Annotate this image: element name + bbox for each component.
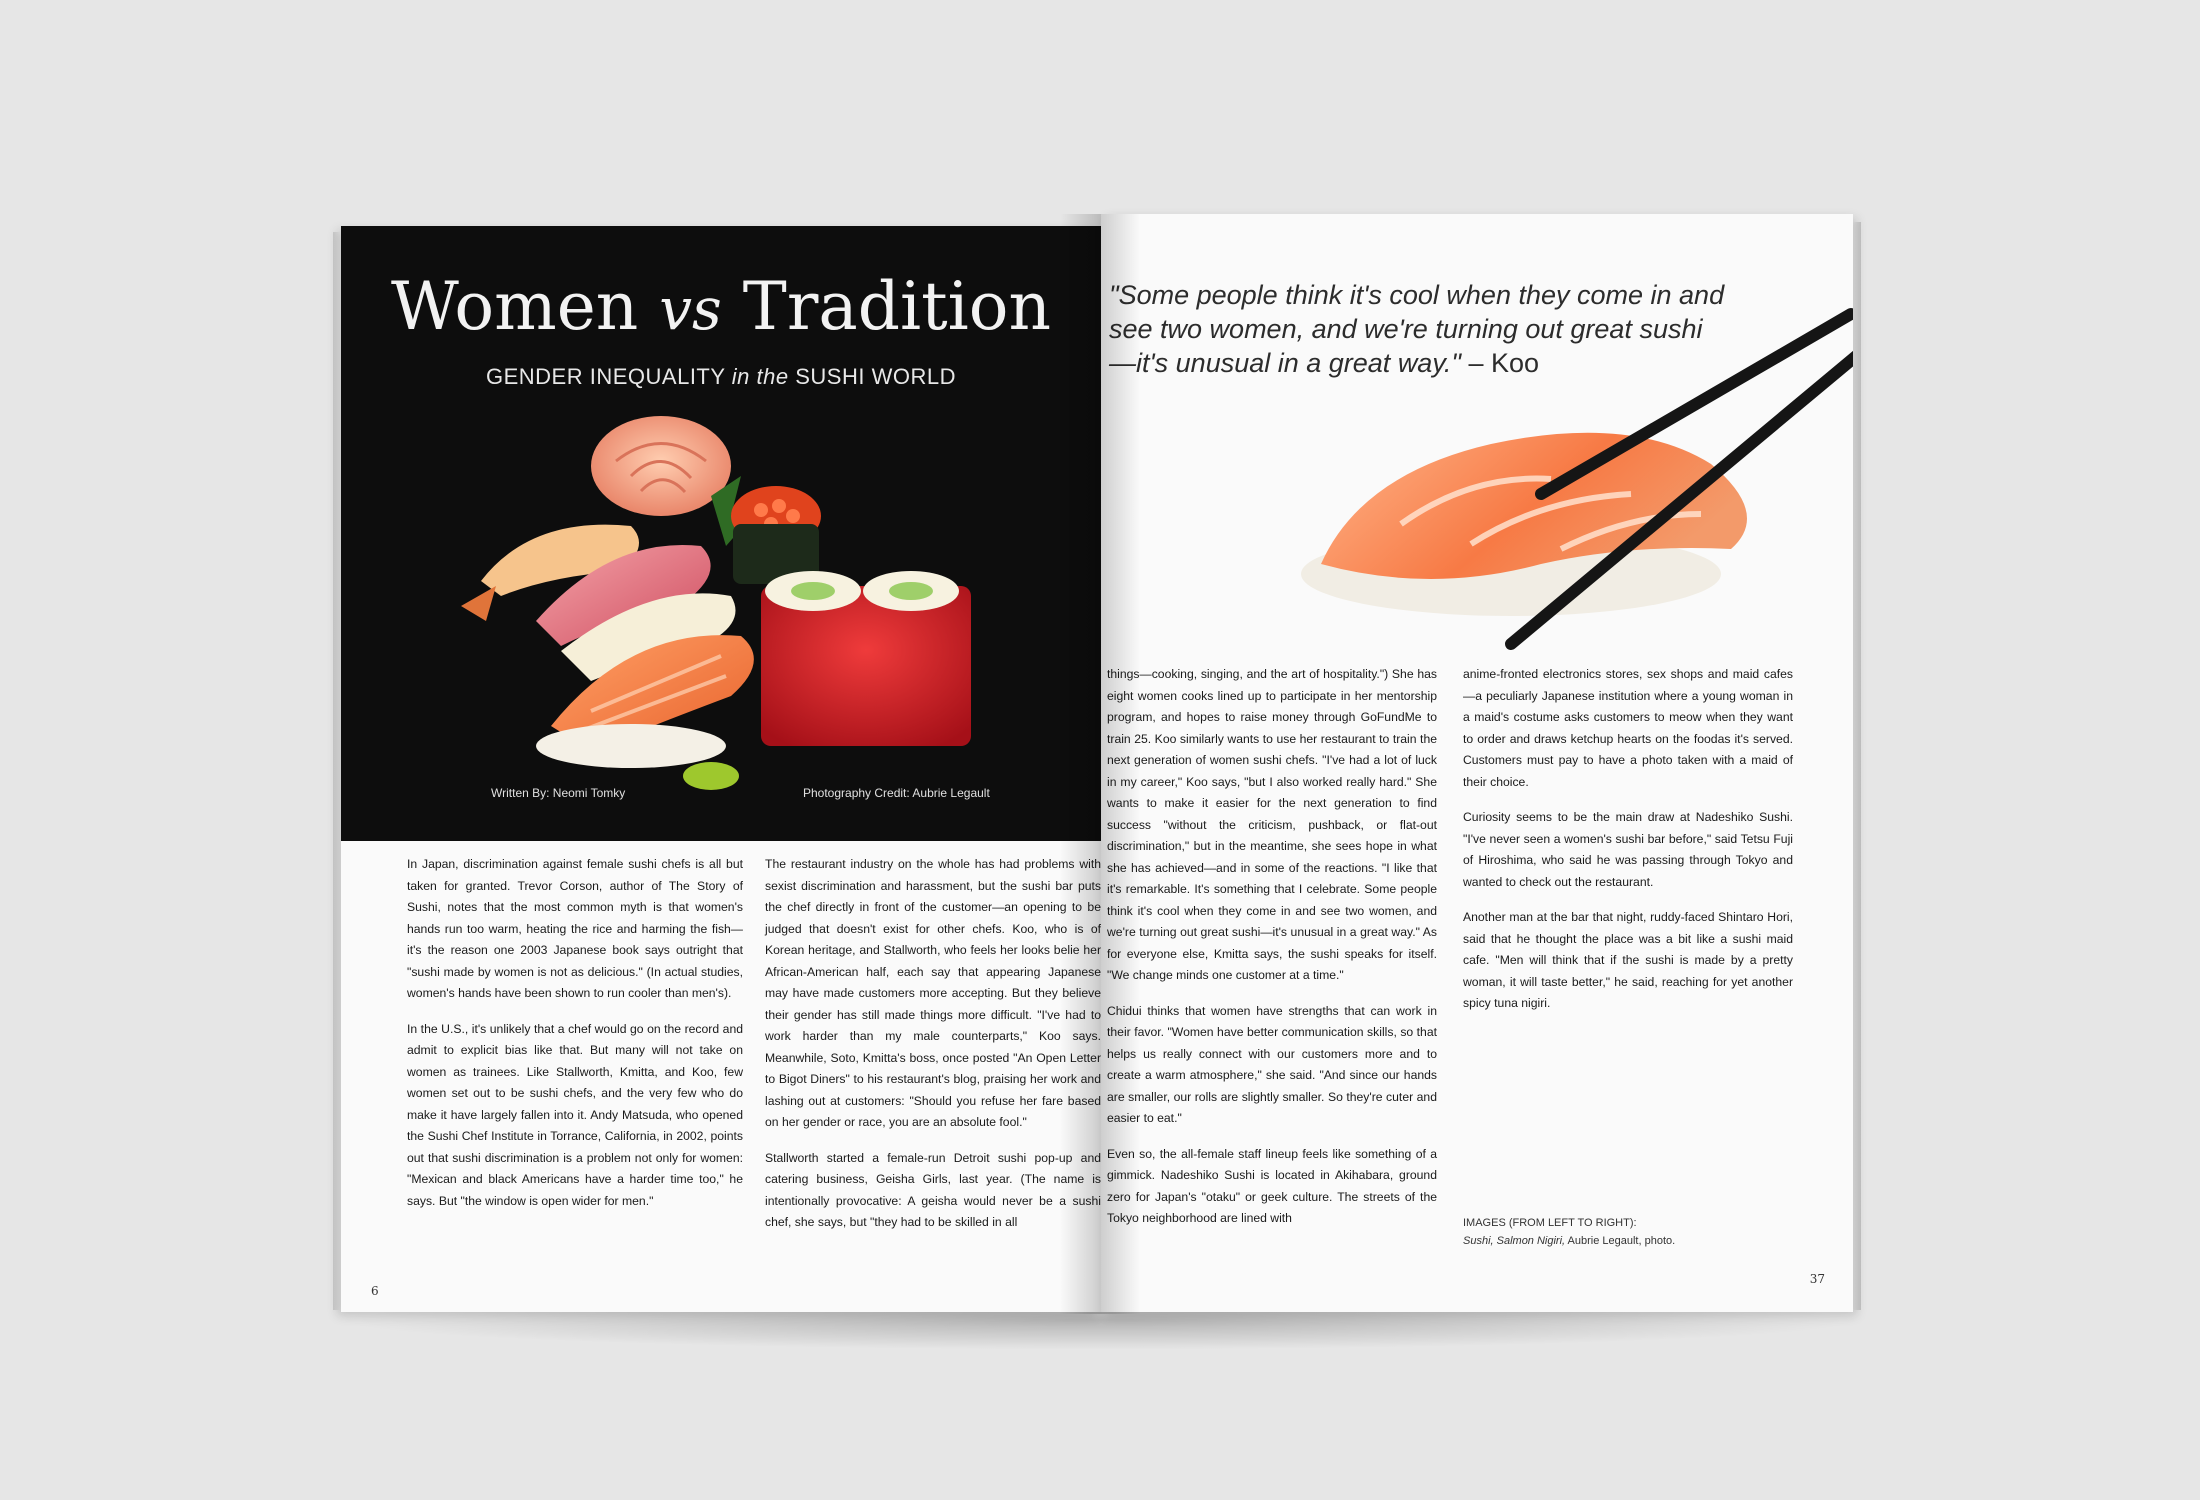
caption-items: Sushi, Salmon Nigiri, xyxy=(1463,1235,1566,1247)
paragraph: In Japan, discrimination against female … xyxy=(407,857,743,1000)
right-page: "Some people think it's cool when they c… xyxy=(1101,214,1853,1312)
sushi-platter-illustration xyxy=(461,416,971,790)
title-word-women: Women xyxy=(391,268,639,345)
paragraph: Curiosity seems to be the main draw at N… xyxy=(1463,810,1793,889)
right-body-column-1: things—cooking, singing, and the art of … xyxy=(1107,664,1437,1244)
paragraph: things—cooking, singing, and the art of … xyxy=(1107,667,1437,982)
page-number-right: 37 xyxy=(1809,1272,1825,1286)
article-title: Women vs Tradition xyxy=(341,268,1101,345)
wasabi xyxy=(683,762,739,790)
paragraph: In the U.S., it's unlikely that a chef w… xyxy=(407,1021,743,1208)
title-word-tradition: Tradition xyxy=(742,268,1051,345)
left-page: Women vs Tradition GENDER INEQUALITY in … xyxy=(341,226,1101,1312)
page-number-left: 6 xyxy=(371,1284,379,1298)
paragraph: Another man at the bar that night, ruddy… xyxy=(1463,910,1793,1010)
caption-label: IMAGES (FROM LEFT TO RIGHT): xyxy=(1463,1217,1637,1229)
left-body-column-2: The restaurant industry on the whole has… xyxy=(765,854,1101,1248)
pickled-ginger xyxy=(591,416,731,516)
magazine-spread-scene: Women vs Tradition GENDER INEQUALITY in … xyxy=(0,0,2200,1500)
subtitle-part: GENDER INEQUALITY xyxy=(486,364,726,389)
images-caption: IMAGES (FROM LEFT TO RIGHT): Sushi, Salm… xyxy=(1463,1214,1793,1250)
quote-text: "Some people think it's cool when they c… xyxy=(1109,280,1725,378)
paragraph: Chidui thinks that women have strengths … xyxy=(1107,1003,1437,1126)
hero-photo: Women vs Tradition GENDER INEQUALITY in … xyxy=(341,226,1101,841)
quote-attribution: – Koo xyxy=(1468,348,1539,378)
paragraph: Stallworth started a female-run Detroit … xyxy=(765,1150,1101,1230)
pull-quote: "Some people think it's cool when they c… xyxy=(1109,278,1729,380)
paragraph: Even so, the all-female staff lineup fee… xyxy=(1107,1146,1437,1226)
caption-credit: Aubrie Legault, photo. xyxy=(1567,1235,1676,1247)
left-body-column-1: In Japan, discrimination against female … xyxy=(407,854,743,1226)
right-body-column-2: anime-fronted electronics stores, sex sh… xyxy=(1463,664,1793,1029)
paragraph: The restaurant industry on the whole has… xyxy=(765,857,1101,1129)
paragraph: anime-fronted electronics stores, sex sh… xyxy=(1463,667,1793,789)
subtitle-part: SUSHI WORLD xyxy=(795,364,956,389)
writer-credit: Written By: Neomi Tomky xyxy=(491,786,626,800)
article-subtitle: GENDER INEQUALITY in the SUSHI WORLD xyxy=(341,364,1101,390)
title-word-vs: vs xyxy=(659,275,722,343)
photo-credit: Photography Credit: Aubrie Legault xyxy=(803,786,990,800)
tobiko-roll xyxy=(761,586,971,746)
subtitle-part: in the xyxy=(731,364,789,389)
